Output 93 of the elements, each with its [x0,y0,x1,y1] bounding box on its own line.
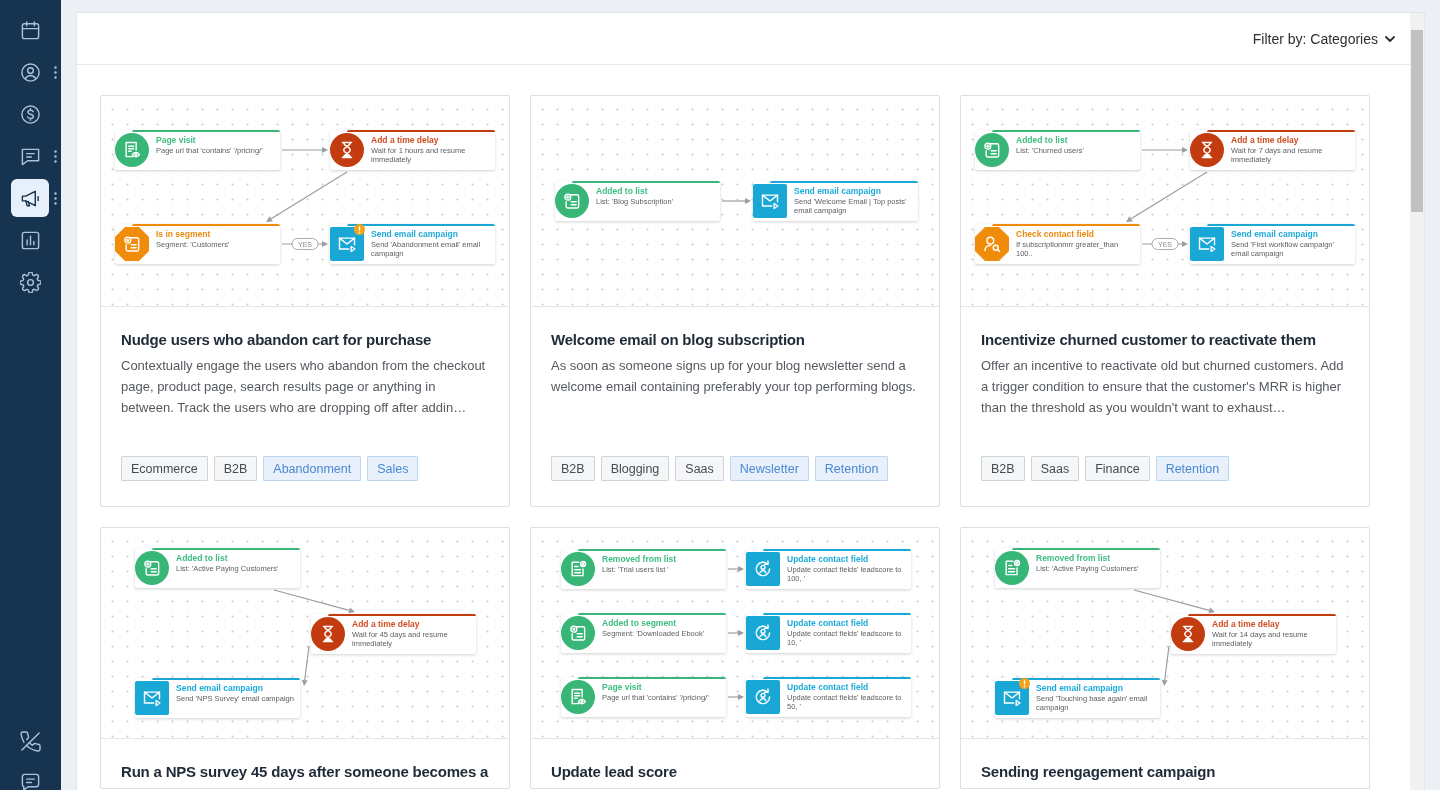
category-tag: Saas [1030,456,1080,481]
node-title: Is in segment [156,229,212,240]
list-plus-icon [135,551,169,585]
category-tag: B2B [551,456,595,481]
connector-arrow [1161,645,1170,686]
hourglass-icon [330,133,364,167]
card-title: Incentivize churned customer to reactivate them [981,330,1317,350]
node-title: Removed from list [602,554,678,565]
card-description: Contextually engage the users who abandon from the checkout page, product page, search results page or anything in between. Track the users who are dropping off after addin… [121,357,487,417]
category-tag: Newsletter [729,456,809,481]
person-refresh-icon [746,552,780,586]
node-title: Add a time delay [371,135,440,146]
node-title: Send email campaign [1231,229,1319,240]
node-title: Send email campaign [371,229,459,240]
hourglass-icon [1190,133,1224,167]
hourglass-icon [311,617,345,651]
more-icon[interactable] [54,149,57,163]
hourglass-icon [1171,617,1205,651]
list-plus-icon [975,133,1009,167]
node-title: Check contact field [1016,229,1095,240]
list-remove-icon [995,551,1029,585]
person-search-icon [975,227,1009,261]
card-title: Nudge users who abandon cart for purchase [121,330,433,350]
envelope-icon [330,227,364,261]
settings-icon [19,271,41,293]
node-title: Add a time delay [1212,619,1281,630]
envelope-icon [995,681,1029,715]
envelope-icon [753,184,787,218]
dollar-circle-icon [19,103,41,125]
node-title: Page visit [156,135,197,146]
segment-list-icon [115,227,149,261]
template-card[interactable] [960,95,1370,507]
node-title: Send email campaign [1036,683,1124,694]
card-title: Run a NPS survey 45 days after someone becomes a [121,762,490,782]
filter-dropdown[interactable]: Filter by: Categories [1252,26,1395,51]
card-title: Update lead score [551,762,678,782]
calendar-icon [19,19,41,41]
node-title: Removed from list [1036,553,1112,564]
node-title: Added to list [1016,135,1069,146]
category-tag: Saas [675,456,724,481]
category-tag: Finance [1085,456,1150,481]
person-refresh-icon [746,616,780,650]
list-plus-icon [555,184,589,218]
node-title: Added to segment [602,618,678,629]
category-tag: B2B [213,456,258,481]
more-icon[interactable] [54,191,57,205]
connector-arrow [1141,147,1188,153]
category-tag: Abandonment [263,456,362,481]
user-circle-icon [19,61,41,83]
node-title: Update contact field [787,618,870,629]
node-title: Added to list [176,553,229,564]
node-title: Add a time delay [352,619,421,630]
node-title: Add a time delay [1231,135,1300,146]
node-title: Update contact field [787,682,870,693]
card-title: Welcome email on blog subscription [551,330,806,350]
node-title: Send email campaign [794,186,882,197]
scrollbar[interactable] [1410,13,1424,790]
connector-arrow [301,645,310,686]
document-eye-icon [561,680,595,714]
category-tag: Retention [1155,456,1230,481]
category-tag: B2B [981,456,1025,481]
connector-arrow [727,694,744,700]
bar-chart-icon [19,229,41,251]
node-title: Update contact field [787,554,870,565]
template-card[interactable] [530,95,940,507]
category-tag: Sales [367,456,419,481]
list-remove-icon [561,552,595,586]
connector-arrow [281,147,328,153]
connector-arrow [727,566,744,572]
category-tag: Retention [814,456,889,481]
node-title: Added to list [596,186,649,197]
person-refresh-icon [746,680,780,714]
category-tag: Blogging [600,456,670,481]
node-title: Page visit [602,682,643,693]
connector-arrow [727,630,744,636]
connector-arrow [721,198,751,204]
document-eye-icon [115,133,149,167]
nav-button[interactable] [11,179,49,217]
node-title: Send email campaign [176,683,264,694]
card-title: Sending reengagement campaign [981,762,1217,782]
scrollbar-thumb[interactable] [1411,30,1423,212]
card-description: Offer an incentive to reactivate old but churned customers. Add a trigger condition to ensure that the customer's MRR is higher than the threshold as you wouldn't want to exhaust… [981,357,1345,417]
envelope-icon [1190,227,1224,261]
template-card[interactable] [100,95,510,507]
envelope-icon [135,681,169,715]
category-tag: Ecommerce [121,456,208,481]
more-icon[interactable] [54,65,57,79]
phone-off-icon [19,730,41,752]
segment-list-icon [561,616,595,650]
template-card[interactable] [530,527,940,789]
card-description: As soon as someone signs up for your blog newsletter send a welcome email containing preferably your top performing blogs. [551,357,917,396]
caret-icon [1385,35,1395,42]
template-card[interactable] [100,527,510,789]
